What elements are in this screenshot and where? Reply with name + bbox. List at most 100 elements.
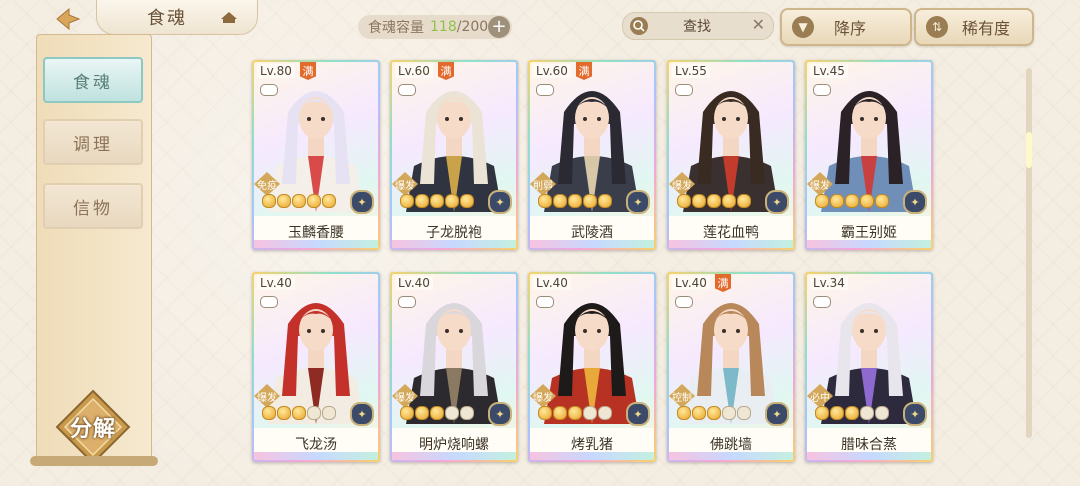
scrollbar-thumb[interactable]	[1026, 132, 1032, 168]
search-icon	[630, 17, 648, 35]
food-soul-card[interactable]: Lv.40 爆发 ✦ 飞龙汤	[252, 272, 380, 462]
food-soul-card[interactable]: Lv.80 满 免疫 ✦ 玉麟香腰	[252, 60, 380, 250]
level-label: Lv.55	[672, 64, 710, 78]
max-level-badge: 满	[715, 274, 731, 292]
capacity-total: /200	[456, 19, 489, 35]
food-soul-card[interactable]: Lv.40 爆发 ✦ 明炉烧响螺	[390, 272, 518, 462]
card-name-text: 子龙脱袍	[426, 225, 482, 241]
food-soul-card[interactable]: Lv.55 爆发 ✦ 莲花血鸭	[667, 60, 795, 250]
food-soul-card[interactable]: Lv.40 满 控制 ✦ 佛跳墙	[667, 272, 795, 462]
food-soul-card[interactable]: Lv.40 爆发 ✦ 烤乳猪	[528, 272, 656, 462]
capacity-label: 食魂容量	[368, 20, 424, 36]
food-soul-card[interactable]: Lv.60 满 爆发 ✦ 子龙脱袍	[390, 60, 518, 250]
star-icon	[460, 194, 474, 208]
back-arrow-icon	[56, 7, 81, 31]
element-icon: ✦	[903, 402, 927, 426]
sidebar-item-conditioning[interactable]: 调理	[43, 119, 143, 165]
star-icon	[307, 194, 321, 208]
card-name: 飞龙汤	[254, 428, 378, 460]
element-icon: ✦	[903, 190, 927, 214]
star-icon	[815, 194, 829, 208]
level-label: Lv.40	[395, 276, 433, 290]
star-icon	[845, 194, 859, 208]
scrollbar[interactable]	[1026, 68, 1032, 438]
star-icon	[430, 194, 444, 208]
star-rating	[677, 194, 751, 208]
star-icon	[400, 406, 414, 420]
star-rating	[262, 406, 336, 420]
sidebar-item-tokens[interactable]: 信物	[43, 183, 143, 229]
star-icon	[860, 194, 874, 208]
food-soul-card[interactable]: Lv.45 爆发 ✦ 霸王别姬	[805, 60, 933, 250]
search-placeholder: 查找	[683, 19, 711, 35]
back-button[interactable]	[48, 4, 88, 34]
star-icon	[445, 194, 459, 208]
card-name-text: 腊味合蒸	[841, 437, 897, 453]
card-name-text: 玉麟香腰	[288, 225, 344, 241]
star-icon	[538, 194, 552, 208]
element-icon: ✦	[488, 190, 512, 214]
capacity-display: 食魂容量 118 /200 +	[358, 15, 512, 39]
element-icon: ✦	[350, 190, 374, 214]
max-level-badge: 满	[576, 62, 592, 80]
star-icon	[598, 194, 612, 208]
star-icon	[707, 194, 721, 208]
chat-bubble-icon	[260, 296, 278, 308]
search-input[interactable]: 查找 ✕	[622, 12, 774, 40]
star-icon	[830, 406, 844, 420]
rarity-filter-button[interactable]: ⇅ 稀有度	[914, 8, 1034, 46]
star-rating	[538, 194, 612, 208]
card-name: 佛跳墙	[669, 428, 793, 460]
star-icon	[553, 194, 567, 208]
card-name: 武陵酒	[530, 216, 654, 248]
sidebar: 食魂 调理 信物 分解	[36, 34, 152, 465]
clear-search-icon[interactable]: ✕	[752, 15, 765, 34]
element-icon: ✦	[626, 190, 650, 214]
level-label: Lv.80	[257, 64, 295, 78]
element-icon: ✦	[765, 402, 789, 426]
chat-bubble-icon	[536, 84, 554, 96]
star-rating	[262, 194, 336, 208]
card-name: 烤乳猪	[530, 428, 654, 460]
sidebar-item-label: 食魂	[73, 72, 113, 93]
star-icon	[322, 406, 336, 420]
card-name: 霸王别姬	[807, 216, 931, 248]
card-name-text: 烤乳猪	[571, 437, 613, 453]
food-soul-card[interactable]: Lv.34 必中 ✦ 腊味合蒸	[805, 272, 933, 462]
star-icon	[568, 406, 582, 420]
level-label: Lv.34	[810, 276, 848, 290]
sort-order-button[interactable]: ▼ 降序	[780, 8, 912, 46]
star-icon	[415, 194, 429, 208]
chat-bubble-icon	[675, 296, 693, 308]
star-icon	[277, 194, 291, 208]
element-icon: ✦	[350, 402, 374, 426]
star-icon	[277, 406, 291, 420]
element-icon: ✦	[765, 190, 789, 214]
level-label: Lv.45	[810, 64, 848, 78]
star-icon	[553, 406, 567, 420]
star-icon	[815, 406, 829, 420]
star-icon	[875, 194, 889, 208]
star-icon	[860, 406, 874, 420]
star-icon	[415, 406, 429, 420]
star-icon	[692, 194, 706, 208]
level-label: Lv.40	[257, 276, 295, 290]
star-icon	[307, 406, 321, 420]
star-rating	[538, 406, 612, 420]
card-name-text: 武陵酒	[571, 225, 613, 241]
food-soul-card[interactable]: Lv.60 满 削弱 ✦ 武陵酒	[528, 60, 656, 250]
card-name-text: 飞龙汤	[295, 437, 337, 453]
decompose-button[interactable]: 分解	[53, 387, 133, 467]
level-label: Lv.40	[672, 276, 710, 290]
sidebar-item-food-souls[interactable]: 食魂	[43, 57, 143, 103]
star-icon	[568, 194, 582, 208]
sort-down-icon: ▼	[792, 16, 814, 38]
star-rating	[815, 406, 889, 420]
star-icon	[677, 406, 691, 420]
chat-bubble-icon	[398, 296, 416, 308]
star-icon	[430, 406, 444, 420]
star-icon	[875, 406, 889, 420]
card-name-text: 莲花血鸭	[703, 225, 759, 241]
expand-capacity-button[interactable]: +	[488, 16, 510, 38]
star-icon	[707, 406, 721, 420]
